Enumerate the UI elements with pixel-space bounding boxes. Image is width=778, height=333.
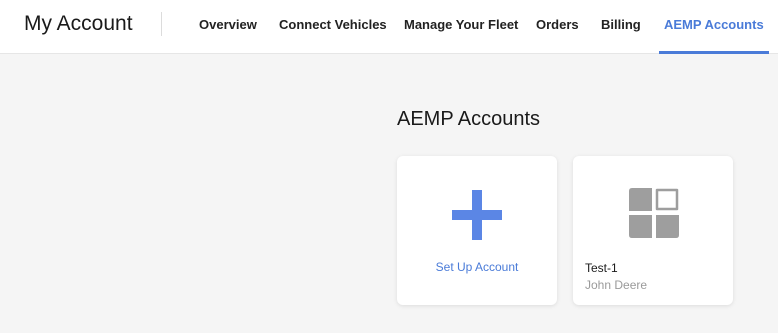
account-provider: John Deere	[585, 278, 648, 292]
page-title: My Account	[24, 12, 133, 35]
set-up-account-label: Set Up Account	[435, 260, 519, 274]
top-navigation-bar: My Account Overview Connect Vehicles Man…	[0, 0, 778, 54]
set-up-account-card[interactable]: Set Up Account	[397, 156, 557, 305]
account-card[interactable]: Test-1 John Deere	[573, 156, 733, 305]
header-divider	[161, 12, 162, 36]
tab-orders[interactable]: Orders	[536, 0, 579, 53]
tab-billing[interactable]: Billing	[601, 0, 641, 53]
account-name: Test-1	[585, 261, 618, 275]
section-title: AEMP Accounts	[397, 108, 541, 130]
tab-connect-vehicles[interactable]: Connect Vehicles	[279, 0, 387, 53]
plus-icon	[452, 190, 502, 240]
tab-overview[interactable]: Overview	[199, 0, 257, 53]
tab-manage-your-fleet[interactable]: Manage Your Fleet	[404, 0, 518, 53]
tiles-icon	[629, 188, 679, 238]
tab-aemp-accounts[interactable]: AEMP Accounts	[659, 0, 769, 54]
